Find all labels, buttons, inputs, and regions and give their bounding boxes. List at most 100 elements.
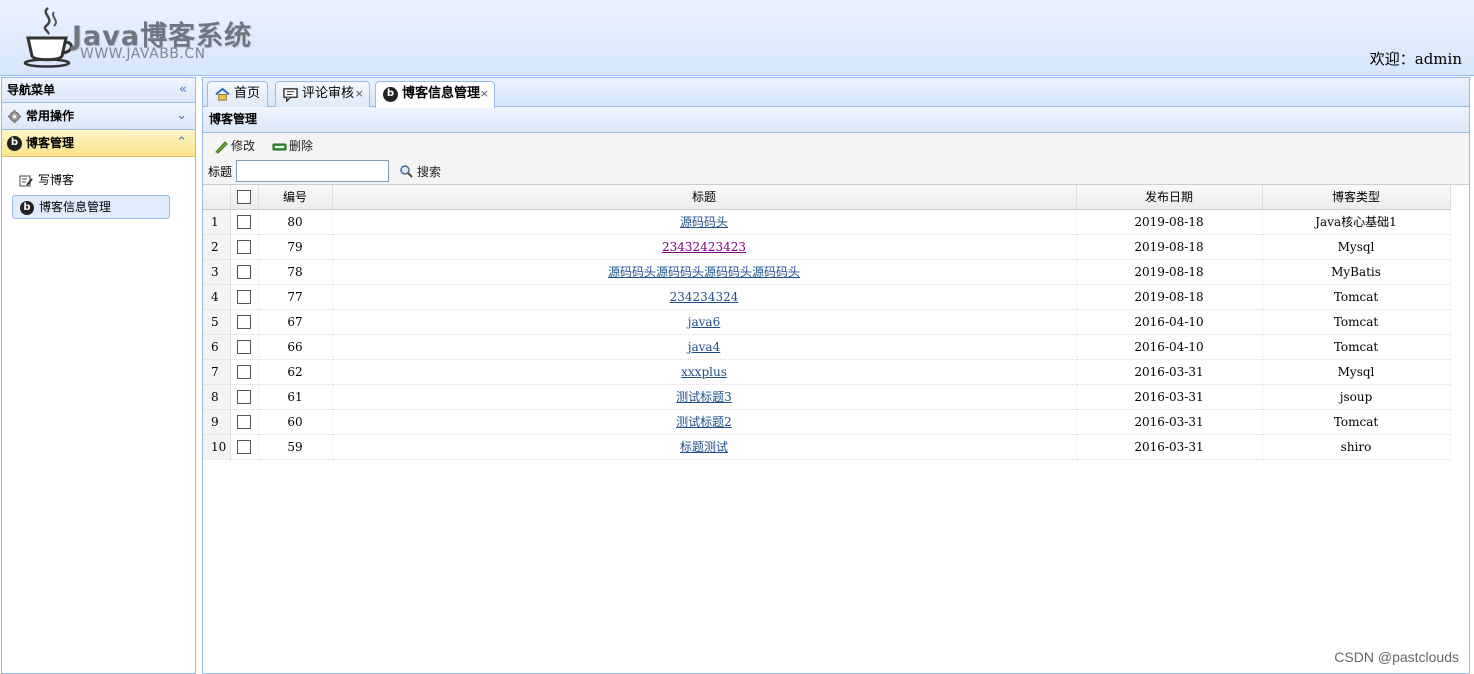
close-icon[interactable]: × bbox=[480, 82, 489, 106]
blog-type-cell: Mysql bbox=[1262, 234, 1451, 260]
tab-blog-info-management[interactable]: b 博客信息管理 × bbox=[375, 81, 495, 108]
home-icon bbox=[215, 87, 230, 101]
blog-title-cell: 测试标题2 bbox=[332, 409, 1077, 435]
section-label: 博客管理 bbox=[26, 136, 75, 150]
row-checkbox[interactable] bbox=[237, 289, 251, 304]
chevron-down-double-icon[interactable]: ⌄ bbox=[176, 103, 187, 129]
row-checkbox[interactable] bbox=[237, 339, 251, 354]
tab-label: 评论审核 bbox=[302, 86, 355, 101]
row-number: 4 bbox=[203, 284, 231, 310]
table-header-row: 编号 标题 发布日期 博客类型 bbox=[203, 185, 1451, 210]
blog-id-cell: 62 bbox=[258, 359, 333, 385]
publish-date-cell: 2016-03-31 bbox=[1076, 434, 1263, 460]
panel-title: 博客管理 bbox=[203, 107, 1469, 133]
blog-title-link[interactable]: 测试标题2 bbox=[676, 415, 732, 429]
blog-title-link[interactable]: 23432423423 bbox=[662, 240, 746, 254]
row-number: 7 bbox=[203, 359, 231, 385]
publish-date-cell: 2016-04-10 bbox=[1076, 309, 1263, 335]
publish-date-cell: 2016-03-31 bbox=[1076, 384, 1263, 410]
select-all-header bbox=[230, 185, 259, 210]
blog-title-link[interactable]: java6 bbox=[688, 315, 720, 329]
comment-icon bbox=[283, 88, 298, 102]
blog-title-link[interactable]: 源码码头 bbox=[680, 215, 728, 229]
row-number: 5 bbox=[203, 309, 231, 335]
row-number: 10 bbox=[203, 434, 231, 460]
row-checkbox-cell bbox=[230, 284, 259, 310]
header: Java博客系统 WWW.JAVABB.CN 欢迎：admin bbox=[0, 0, 1474, 76]
blog-title-link[interactable]: xxxplus bbox=[681, 365, 727, 379]
publish-date-cell: 2019-08-18 bbox=[1076, 234, 1263, 260]
blog-type-cell: Java核心基础1 bbox=[1262, 209, 1451, 235]
row-number: 8 bbox=[203, 384, 231, 410]
minus-icon bbox=[272, 143, 287, 151]
table-row[interactable]: 6 66 java4 2016-04-10 Tomcat bbox=[203, 334, 1451, 360]
row-checkbox-cell bbox=[230, 259, 259, 285]
section-blog-management[interactable]: b 博客管理 ⌃ bbox=[2, 130, 195, 157]
blog-title-link[interactable]: 234234324 bbox=[670, 290, 739, 304]
double-chevron-left-icon[interactable]: « bbox=[179, 78, 187, 102]
column-header-type[interactable]: 博客类型 bbox=[1262, 185, 1451, 210]
row-checkbox[interactable] bbox=[237, 439, 251, 454]
section-common-operations[interactable]: 常用操作 ⌄ bbox=[2, 103, 195, 130]
blog-title-cell: java6 bbox=[332, 309, 1077, 335]
blog-title-link[interactable]: 源码码头源码码头源码码头源码码头 bbox=[608, 265, 800, 279]
tab-label: 博客信息管理 bbox=[402, 86, 481, 101]
blog-title-cell: xxxplus bbox=[332, 359, 1077, 385]
edit-button[interactable]: 修改 bbox=[212, 137, 255, 157]
row-checkbox[interactable] bbox=[237, 314, 251, 329]
table-row[interactable]: 4 77 234234324 2019-08-18 Tomcat bbox=[203, 284, 1451, 310]
table-row[interactable]: 10 59 标题测试 2016-03-31 shiro bbox=[203, 434, 1451, 460]
table-row[interactable]: 2 79 23432423423 2019-08-18 Mysql bbox=[203, 234, 1451, 260]
publish-date-cell: 2019-08-18 bbox=[1076, 209, 1263, 235]
table-row[interactable]: 5 67 java6 2016-04-10 Tomcat bbox=[203, 309, 1451, 335]
row-checkbox[interactable] bbox=[237, 239, 251, 254]
tab-comment-review[interactable]: 评论审核 × bbox=[275, 81, 370, 107]
blog-icon: b bbox=[20, 201, 34, 215]
blog-title-cell: 标题测试 bbox=[332, 434, 1077, 460]
row-checkbox[interactable] bbox=[237, 389, 251, 404]
gear-icon bbox=[7, 109, 22, 124]
table-row[interactable]: 8 61 测试标题3 2016-03-31 jsoup bbox=[203, 384, 1451, 410]
column-header-title[interactable]: 标题 bbox=[332, 185, 1077, 210]
column-header-date[interactable]: 发布日期 bbox=[1076, 185, 1263, 210]
welcome-text: 欢迎：admin bbox=[1369, 50, 1462, 68]
row-checkbox[interactable] bbox=[237, 414, 251, 429]
delete-button[interactable]: 删除 bbox=[270, 137, 313, 157]
main-panel: 首页 评论审核 × b 博客信息管理 × 博客管理 修改 删除 标题 搜索 编号… bbox=[202, 77, 1470, 674]
table-row[interactable]: 7 62 xxxplus 2016-03-31 Mysql bbox=[203, 359, 1451, 385]
row-checkbox-cell bbox=[230, 434, 259, 460]
row-number-header bbox=[203, 185, 231, 210]
blog-title-link[interactable]: java4 bbox=[688, 340, 720, 354]
pencil-icon bbox=[215, 141, 228, 154]
nav-item-blog-info-management[interactable]: b 博客信息管理 bbox=[12, 195, 170, 219]
table-row[interactable]: 1 80 源码码头 2019-08-18 Java核心基础1 bbox=[203, 209, 1451, 235]
blog-id-cell: 80 bbox=[258, 209, 333, 235]
chevron-up-double-icon[interactable]: ⌃ bbox=[176, 130, 187, 156]
blog-type-cell: Tomcat bbox=[1262, 409, 1451, 435]
nav-title: 导航菜单 bbox=[7, 83, 56, 97]
title-search-input[interactable] bbox=[236, 160, 389, 182]
row-checkbox-cell bbox=[230, 234, 259, 260]
watermark: CSDN @pastclouds bbox=[1334, 649, 1459, 665]
row-number: 1 bbox=[203, 209, 231, 235]
search-button[interactable]: 搜索 bbox=[399, 163, 441, 180]
select-all-checkbox[interactable] bbox=[237, 190, 251, 204]
coffee-cup-logo-icon bbox=[23, 7, 73, 68]
blog-type-cell: Tomcat bbox=[1262, 309, 1451, 335]
row-checkbox[interactable] bbox=[237, 214, 251, 229]
blog-title-link[interactable]: 测试标题3 bbox=[676, 390, 732, 404]
column-header-id[interactable]: 编号 bbox=[258, 185, 333, 210]
blog-title-cell: 源码码头 bbox=[332, 209, 1077, 235]
row-checkbox-cell bbox=[230, 409, 259, 435]
close-icon[interactable]: × bbox=[355, 82, 364, 106]
blog-title-link[interactable]: 标题测试 bbox=[680, 440, 728, 454]
row-checkbox[interactable] bbox=[237, 364, 251, 379]
tab-home[interactable]: 首页 bbox=[207, 81, 268, 107]
table-row[interactable]: 9 60 测试标题2 2016-03-31 Tomcat bbox=[203, 409, 1451, 435]
table-row[interactable]: 3 78 源码码头源码码头源码码头源码码头 2019-08-18 MyBatis bbox=[203, 259, 1451, 285]
blog-type-cell: jsoup bbox=[1262, 384, 1451, 410]
tab-bar: 首页 评论审核 × b 博客信息管理 × bbox=[203, 78, 1469, 108]
blog-type-cell: Mysql bbox=[1262, 359, 1451, 385]
nav-item-write-blog[interactable]: 写博客 bbox=[12, 169, 170, 193]
row-checkbox[interactable] bbox=[237, 264, 251, 279]
